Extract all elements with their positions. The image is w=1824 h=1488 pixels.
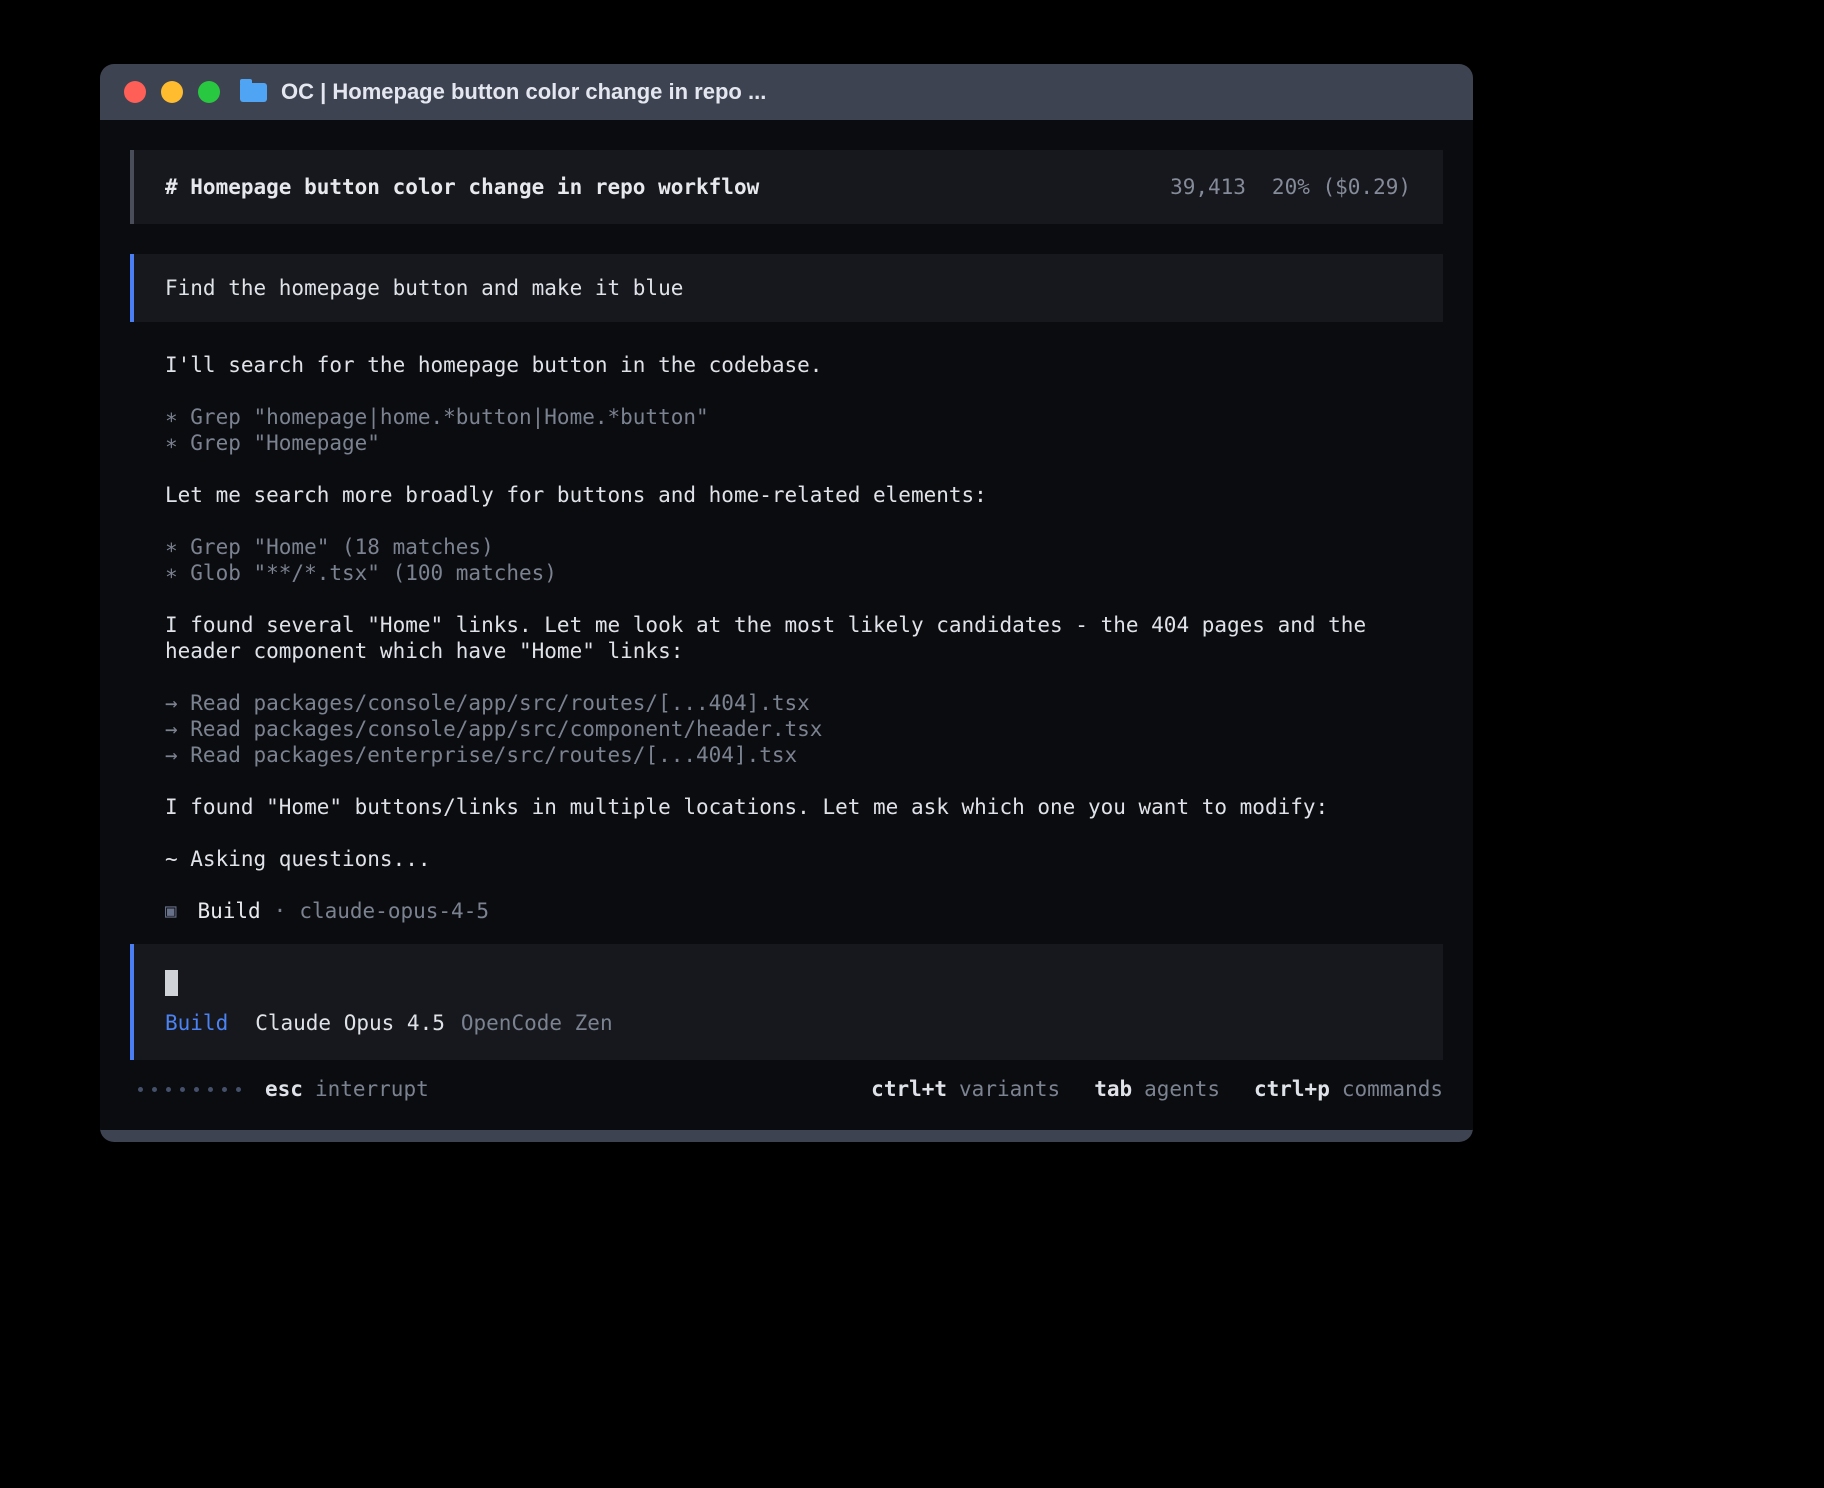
prompt-input[interactable]: Build Claude Opus 4.5 OpenCode Zen [130,944,1443,1060]
agent-summary-line: ▣ Build · claude-opus-4-5 [165,898,1415,924]
user-message: Find the homepage button and make it blu… [130,254,1443,322]
tool-call-line: ∗ Grep "Home" (18 matches) [165,534,1415,560]
esc-key-label: interrupt [315,1076,429,1102]
zoom-button[interactable] [198,81,220,103]
assistant-text: Let me search more broadly for buttons a… [165,482,1415,508]
shortcut-commands: ctrl+p commands [1254,1076,1443,1102]
agent-name: Build [197,898,260,924]
status-right: ctrl+t variants tab agents ctrl+p comman… [837,1076,1443,1102]
text-cursor [165,970,178,996]
tool-call-line: ∗ Grep "homepage|home.*button|Home.*butt… [165,404,1415,430]
activity-dots [138,1087,241,1092]
close-button[interactable] [124,81,146,103]
model-provider: OpenCode Zen [461,1010,613,1036]
tool-call-line: → Read packages/console/app/src/routes/[… [165,690,1415,716]
window-title: OC | Homepage button color change in rep… [281,79,766,105]
shortcut-label: commands [1342,1076,1443,1102]
assistant-text: I'll search for the homepage button in t… [165,352,1415,378]
shortcut-key: tab [1094,1076,1132,1102]
model-name: Claude Opus 4.5 [255,1010,445,1036]
assistant-text: I found "Home" buttons/links in multiple… [165,794,1415,820]
user-message-text: Find the homepage button and make it blu… [165,276,683,300]
shortcut-key: ctrl+p [1254,1076,1330,1102]
model-info-row: Build Claude Opus 4.5 OpenCode Zen [165,1010,1412,1036]
window-titlebar: OC | Homepage button color change in rep… [100,64,1473,120]
shortcut-label: agents [1144,1076,1220,1102]
assistant-response: I'll search for the homepage button in t… [165,352,1415,924]
context-usage: 20% ($0.29) [1272,174,1411,200]
token-count: 39,413 [1170,174,1246,200]
tool-call-line: ∗ Glob "**/*.tsx" (100 matches) [165,560,1415,586]
shortcut-label: variants [959,1076,1060,1102]
session-title: # Homepage button color change in repo w… [165,174,759,200]
assistant-text: I found several "Home" links. Let me loo… [165,612,1415,664]
agent-square-icon: ▣ [165,898,176,924]
shortcut-agents: tab agents [1094,1076,1220,1102]
session-meta: 39,413 20% ($0.29) [1170,174,1411,200]
minimize-button[interactable] [161,81,183,103]
tool-call-line: → Read packages/enterprise/src/routes/[.… [165,742,1415,768]
shortcut-key: ctrl+t [871,1076,947,1102]
tool-call-line: → Read packages/console/app/src/componen… [165,716,1415,742]
status-bar: esc interrupt ctrl+t variants tab agents… [130,1076,1443,1102]
desktop-background: OC | Homepage button color change in rep… [0,0,1824,1488]
folder-icon [240,83,267,102]
session-header: # Homepage button color change in repo w… [130,150,1443,224]
shortcut-variants: ctrl+t variants [871,1076,1060,1102]
agent-model-name: claude-opus-4-5 [299,898,489,924]
agent-separator-dot: · [274,898,287,924]
terminal-window: OC | Homepage button color change in rep… [100,64,1473,1142]
traffic-lights [124,81,220,103]
asking-status-line: ~ Asking questions... [165,846,1415,872]
status-left: esc interrupt [130,1076,429,1102]
agent-mode-label: Build [165,1010,228,1036]
tool-call-line: ∗ Grep "Homepage" [165,430,1415,456]
terminal-content: # Homepage button color change in repo w… [100,120,1473,1130]
esc-key-hint: esc [265,1076,303,1102]
